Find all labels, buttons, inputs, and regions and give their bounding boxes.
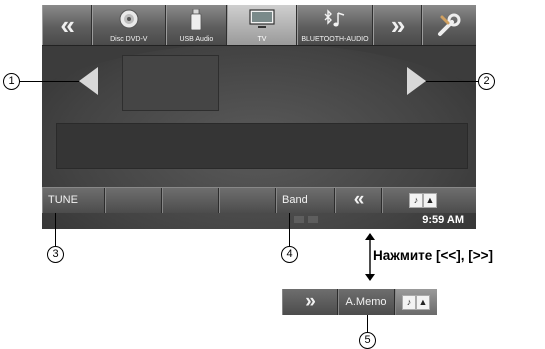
function-slot[interactable] [219,188,276,213]
instruction-text: Нажмите [<<], [>>] [373,248,494,263]
next-channel-arrow[interactable] [407,67,426,95]
tune-button[interactable]: TUNE [42,188,105,213]
source-usb-audio-button[interactable]: USB Audio [166,5,228,45]
channel-info-strip [56,123,468,169]
band-button[interactable]: Band [276,188,335,213]
setup-button[interactable] [422,5,476,45]
image-icon: ▲ [416,295,430,310]
callout-5: 5 [359,332,376,349]
double-chevron-right-icon: » [390,10,406,40]
tv-preview-window [122,55,219,111]
tv-source-screen: « Disc DVD-V USB Audio TV BLUETOOTH-AUDI… [42,5,476,229]
double-chevron-left-icon: « [60,10,75,40]
callout-4: 4 [281,246,298,263]
function-bar-page-2: » A.Memo ♪ ▲ [282,289,437,315]
clock: 9:59 AM [422,214,464,226]
tune-label: TUNE [48,194,78,206]
source-bar: « Disc DVD-V USB Audio TV BLUETOOTH-AUDI… [42,5,476,46]
source-label: TV [257,36,267,43]
band-label: Band [282,194,308,206]
function-slot[interactable] [105,188,162,213]
callout-line-2 [426,81,478,82]
source-label: BLUETOOTH-AUDIO [301,36,369,43]
double-chevron-left-icon: « [353,189,364,210]
callout-line-5 [367,315,368,333]
source-label: Disc DVD-V [110,36,148,43]
double-chevron-right-icon: » [305,291,315,312]
scroll-right-button[interactable]: » [373,5,422,45]
function-page-back-button[interactable]: « [335,188,382,213]
source-tv-button[interactable]: TV [227,5,298,45]
function-slot[interactable] [162,188,219,213]
function-page-forward-button[interactable]: » [282,289,338,315]
image-icon: ▲ [423,193,437,208]
source-disc-dvd-button[interactable]: Disc DVD-V [92,5,167,45]
usb-icon [190,9,202,31]
music-note-icon: ♪ [409,193,423,208]
source-label: USB Audio [179,36,214,43]
scroll-left-button[interactable]: « [42,5,93,45]
callout-3: 3 [47,246,64,263]
display-mode-button[interactable]: ♪ ▲ [395,289,437,315]
settings-tools-icon [437,13,461,36]
function-bar: TUNE Band « ♪ ▲ [42,187,476,213]
bluetooth-music-icon [324,9,345,27]
display-mode-button[interactable]: ♪ ▲ [382,188,476,213]
status-indicator-icons [294,216,318,223]
callout-2: 2 [478,73,495,90]
previous-channel-arrow[interactable] [79,67,98,95]
source-bluetooth-audio-button[interactable]: BLUETOOTH-AUDIO [297,5,374,45]
callout-line-1 [20,81,79,82]
amemo-label: A.Memo [345,296,387,308]
amemo-button[interactable]: A.Memo [338,289,395,315]
callout-1: 1 [3,73,20,90]
music-note-icon: ♪ [402,295,416,310]
tv-icon [249,9,275,28]
disc-icon [119,9,139,29]
